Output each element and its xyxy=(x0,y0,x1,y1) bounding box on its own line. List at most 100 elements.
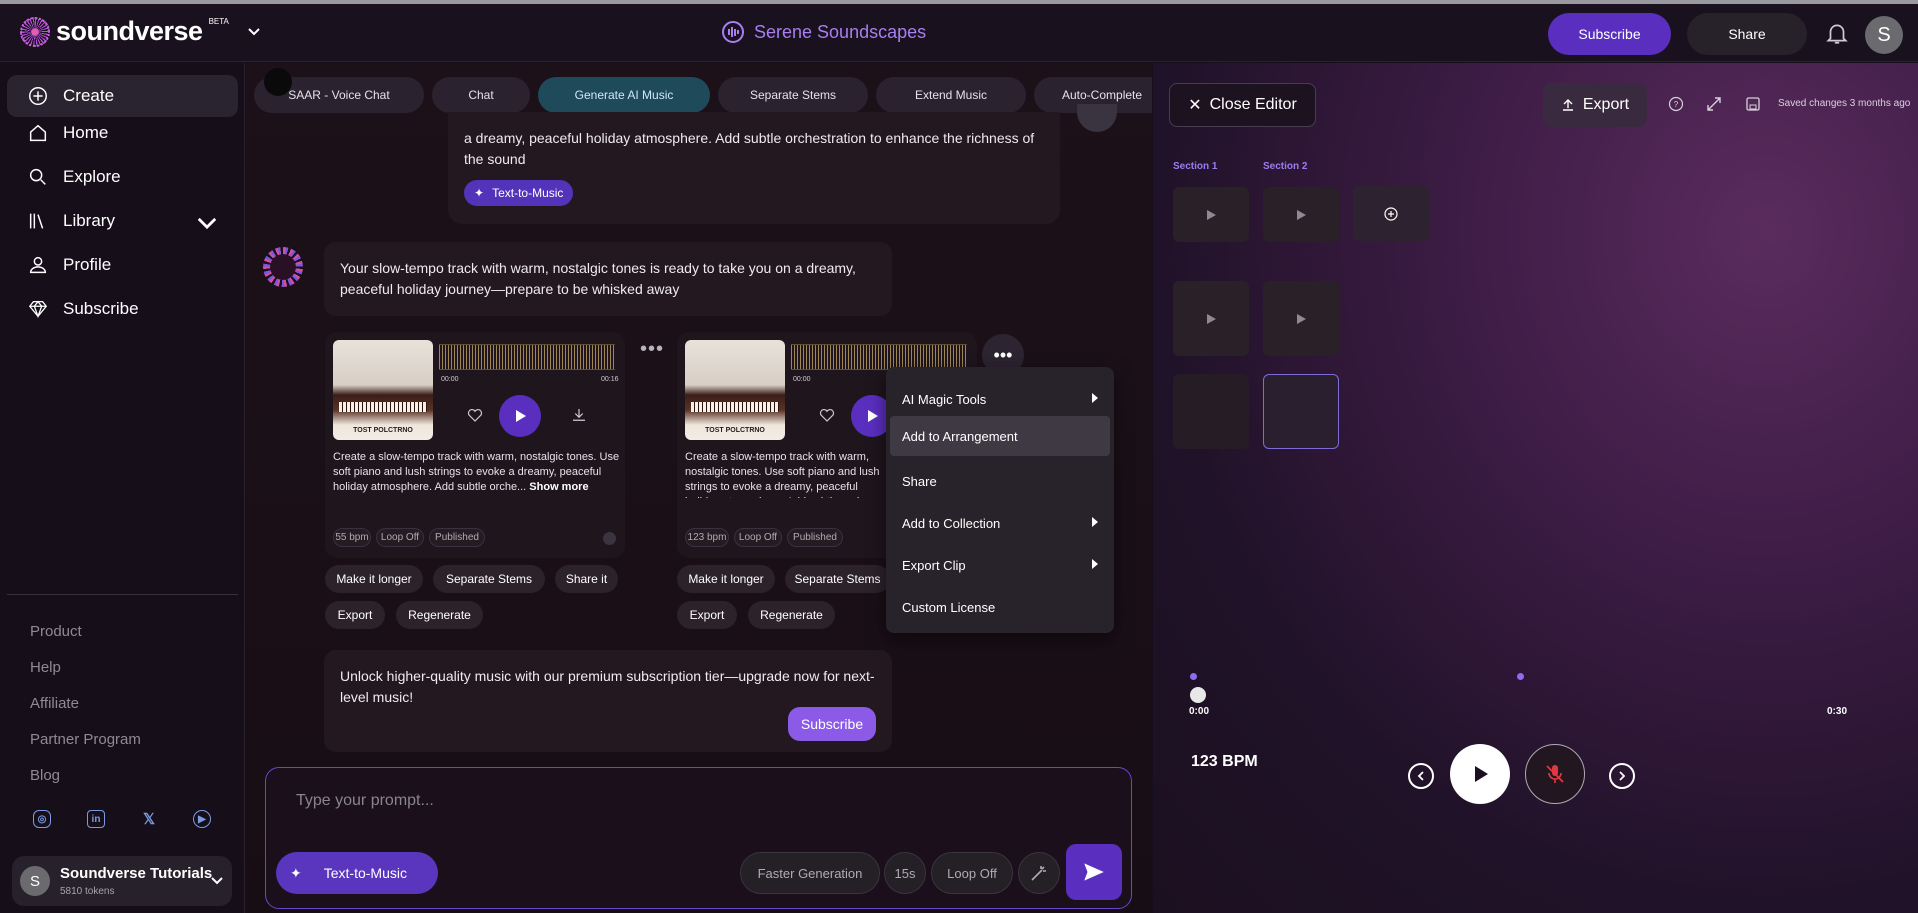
loop-toggle[interactable]: Loop Off xyxy=(931,852,1013,894)
export-label: Export xyxy=(1582,96,1630,113)
share-button[interactable]: Share xyxy=(1687,13,1807,55)
separate-stems-button[interactable]: Separate Stems xyxy=(785,565,890,593)
brand-logo[interactable]: soundverse BETA xyxy=(20,16,261,47)
sparkle-icon: ✦ xyxy=(290,864,302,881)
soundverse-logo-icon xyxy=(20,16,50,47)
regenerate-button[interactable]: Regenerate xyxy=(396,601,483,629)
export-button[interactable]: Export xyxy=(677,601,737,629)
menu-item-custom-license[interactable]: Custom License xyxy=(890,587,1110,627)
tab-extend-music[interactable]: Extend Music xyxy=(876,77,1026,113)
playhead-knob[interactable] xyxy=(1190,687,1206,703)
make-longer-button[interactable]: Make it longer xyxy=(325,565,423,593)
sidebar-item-profile[interactable]: Profile xyxy=(7,244,238,286)
previous-button[interactable] xyxy=(1408,763,1434,789)
user-avatar[interactable]: S xyxy=(1865,16,1903,54)
home-icon xyxy=(29,124,47,142)
account-switcher[interactable]: S Soundverse Tutorials 5810 tokens xyxy=(12,856,232,906)
time-end: 0:30 xyxy=(1827,706,1848,717)
editor-export-button[interactable]: Export xyxy=(1543,83,1647,127)
menu-item-add-to-arrangement[interactable]: Add to Arrangement xyxy=(890,416,1110,456)
expand-icon[interactable] xyxy=(1706,96,1722,112)
instagram-icon[interactable]: ◎ xyxy=(33,810,51,828)
bpm-readout: 123 BPM xyxy=(1191,753,1258,770)
footer-link-help[interactable]: Help xyxy=(30,659,61,676)
clip-slot[interactable] xyxy=(1173,281,1249,356)
timeline-marker[interactable] xyxy=(1517,673,1524,680)
send-button[interactable] xyxy=(1066,844,1122,900)
youtube-icon[interactable]: ▶ xyxy=(193,810,211,828)
submenu-arrow-icon xyxy=(1092,559,1098,569)
subscribe-button[interactable]: Subscribe xyxy=(1548,13,1671,55)
cover-caption: TOST POLCTRNO xyxy=(353,427,413,434)
tab-separate-stems[interactable]: Separate Stems xyxy=(718,77,868,113)
sidebar-item-home[interactable]: Home xyxy=(7,112,238,154)
separate-stems-button[interactable]: Separate Stems xyxy=(433,565,545,593)
footer-link-blog[interactable]: Blog xyxy=(30,767,60,784)
library-icon xyxy=(29,213,44,229)
beta-badge: BETA xyxy=(208,17,229,26)
heart-icon[interactable] xyxy=(466,406,484,424)
selected-clip-slot[interactable] xyxy=(1263,374,1339,449)
menu-item-export-clip[interactable]: Export Clip xyxy=(890,545,1110,585)
menu-item-label: Add to Collection xyxy=(902,515,1001,531)
heart-icon[interactable] xyxy=(818,406,836,424)
add-section-button[interactable] xyxy=(1353,186,1429,241)
chevron-down-icon[interactable] xyxy=(196,212,218,234)
menu-item-share[interactable]: Share xyxy=(890,461,1110,501)
linkedin-icon[interactable]: in xyxy=(87,810,105,828)
mute-button[interactable] xyxy=(1525,744,1585,804)
faster-generation-toggle[interactable]: Faster Generation xyxy=(740,852,880,894)
sidebar-item-library[interactable]: Library xyxy=(7,200,238,242)
clip-slot[interactable] xyxy=(1263,187,1339,242)
footer-link-affiliate[interactable]: Affiliate xyxy=(30,695,79,712)
magic-wand-icon[interactable] xyxy=(1018,852,1060,894)
track-description: Create a slow-tempo track with warm, nos… xyxy=(685,450,890,498)
empty-clip-slot[interactable] xyxy=(1173,374,1249,449)
menu-item-ai-magic-tools[interactable]: AI Magic Tools xyxy=(890,379,1110,419)
x-icon[interactable]: 𝕏 xyxy=(140,810,158,828)
assistant-avatar xyxy=(263,247,303,287)
prompt-input[interactable]: Type your prompt... xyxy=(296,792,434,810)
export-button[interactable]: Export xyxy=(325,601,385,629)
prompt-composer: Type your prompt... ✦ Text-to-Music Fast… xyxy=(265,767,1132,909)
sidebar-item-explore[interactable]: Explore xyxy=(7,156,238,198)
share-it-button[interactable]: Share it xyxy=(555,565,618,593)
make-longer-button[interactable]: Make it longer xyxy=(677,565,775,593)
footer-link-product[interactable]: Product xyxy=(30,623,82,640)
sidebar-item-label: Create xyxy=(63,86,115,105)
song-card[interactable]: TOST POLCTRNO 00:00 00:16 Create a slow-… xyxy=(325,332,625,558)
sidebar-item-create[interactable]: Create xyxy=(7,75,238,117)
tab-chat[interactable]: Chat xyxy=(432,77,530,113)
chevron-down-icon[interactable] xyxy=(210,874,224,888)
bell-icon[interactable] xyxy=(1824,20,1850,46)
send-icon xyxy=(1084,863,1104,881)
time-start: 00:00 xyxy=(441,376,459,383)
piano-keys-art xyxy=(691,402,779,412)
waveform[interactable] xyxy=(439,344,615,370)
chevron-down-icon[interactable] xyxy=(247,25,261,39)
text-to-music-mode-button[interactable]: ✦ Text-to-Music xyxy=(276,852,438,894)
text-to-music-chip[interactable]: ✦ Text-to-Music xyxy=(464,180,574,206)
save-icon[interactable] xyxy=(1745,96,1761,112)
footer-link-partner-program[interactable]: Partner Program xyxy=(30,731,141,748)
menu-item-add-to-collection[interactable]: Add to Collection xyxy=(890,503,1110,543)
user-prompt-bubble: a dreamy, peaceful holiday atmosphere. A… xyxy=(448,112,1060,224)
regenerate-button[interactable]: Regenerate xyxy=(748,601,835,629)
timeline-marker[interactable] xyxy=(1190,673,1197,680)
play-button[interactable] xyxy=(499,395,541,437)
upsell-subscribe-button[interactable]: Subscribe xyxy=(788,707,876,741)
sidebar-item-subscribe[interactable]: Subscribe xyxy=(7,288,238,330)
clip-slot[interactable] xyxy=(1263,281,1339,356)
download-icon[interactable] xyxy=(570,406,588,424)
project-title[interactable]: Serene Soundscapes xyxy=(722,21,926,43)
tab-generate-ai-music[interactable]: Generate AI Music xyxy=(538,77,710,113)
help-icon[interactable]: ? xyxy=(1668,96,1684,112)
editor-play-button[interactable] xyxy=(1450,744,1510,804)
close-editor-button[interactable]: ✕ Close Editor xyxy=(1169,83,1316,127)
show-more-link[interactable]: Show more xyxy=(529,481,588,493)
next-button[interactable] xyxy=(1609,763,1635,789)
duration-selector[interactable]: 15s xyxy=(884,852,926,894)
more-options-icon[interactable]: ••• xyxy=(640,338,664,361)
visibility-indicator[interactable] xyxy=(603,532,616,545)
clip-slot[interactable] xyxy=(1173,187,1249,242)
